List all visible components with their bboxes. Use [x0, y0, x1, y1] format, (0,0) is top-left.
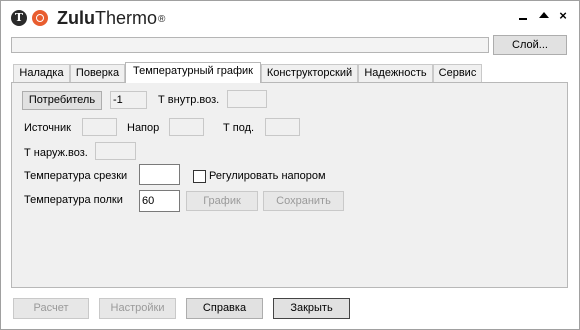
head-label: Напор — [127, 122, 160, 134]
t-supply-field — [265, 118, 300, 136]
cutoff-temp-label: Температура срезки — [24, 170, 128, 182]
source-field — [82, 118, 117, 136]
app-logo-circle-icon — [32, 10, 48, 26]
layer-path-field[interactable] — [11, 37, 489, 53]
app-title-rest: Thermo — [95, 8, 158, 28]
source-label: Источник — [24, 122, 71, 134]
graph-button[interactable]: График — [186, 191, 258, 211]
close-button[interactable]: Закрыть — [273, 298, 350, 319]
layer-button[interactable]: Слой... — [493, 35, 567, 55]
tab-naladka[interactable]: Наладка — [13, 64, 70, 82]
tab-temperature-graph[interactable]: Температурный график — [125, 62, 261, 83]
t-outer-field — [95, 142, 136, 160]
calc-button[interactable]: Расчет — [13, 298, 89, 319]
maximize-icon[interactable] — [537, 9, 551, 23]
t-inner-field — [227, 90, 267, 108]
settings-button[interactable]: Настройки — [99, 298, 176, 319]
head-field — [169, 118, 204, 136]
cutoff-temp-input[interactable] — [139, 164, 180, 185]
app-title: ZuluThermo® — [57, 6, 165, 30]
shelf-temp-label: Температура полки — [24, 194, 123, 206]
consumer-id-field: -1 — [110, 91, 147, 109]
minimize-icon[interactable] — [516, 9, 530, 23]
t-inner-label: Т внутр.воз. — [158, 94, 220, 106]
save-button[interactable]: Сохранить — [263, 191, 344, 211]
app-title-bold: Zulu — [57, 8, 95, 28]
app-window: T ZuluThermo® × Слой... Наладка Поверка … — [0, 0, 580, 330]
regulate-by-head-label[interactable]: Регулировать напором — [209, 169, 326, 183]
t-supply-label: Т под. — [223, 122, 255, 134]
tab-reliability[interactable]: Надежность — [358, 64, 433, 82]
help-button[interactable]: Справка — [186, 298, 263, 319]
consumer-button[interactable]: Потребитель — [22, 91, 102, 110]
close-icon[interactable]: × — [556, 9, 570, 23]
tab-poverka[interactable]: Поверка — [70, 64, 125, 82]
registered-mark: ® — [158, 14, 166, 25]
tab-panel — [11, 82, 568, 288]
regulate-by-head-checkbox[interactable] — [193, 170, 206, 183]
shelf-temp-input[interactable]: 60 — [139, 190, 180, 212]
tab-service[interactable]: Сервис — [433, 64, 482, 82]
app-logo-t-icon: T — [11, 10, 27, 26]
tab-design[interactable]: Конструкторский — [261, 64, 358, 82]
t-outer-label: Т наруж.воз. — [24, 147, 88, 159]
